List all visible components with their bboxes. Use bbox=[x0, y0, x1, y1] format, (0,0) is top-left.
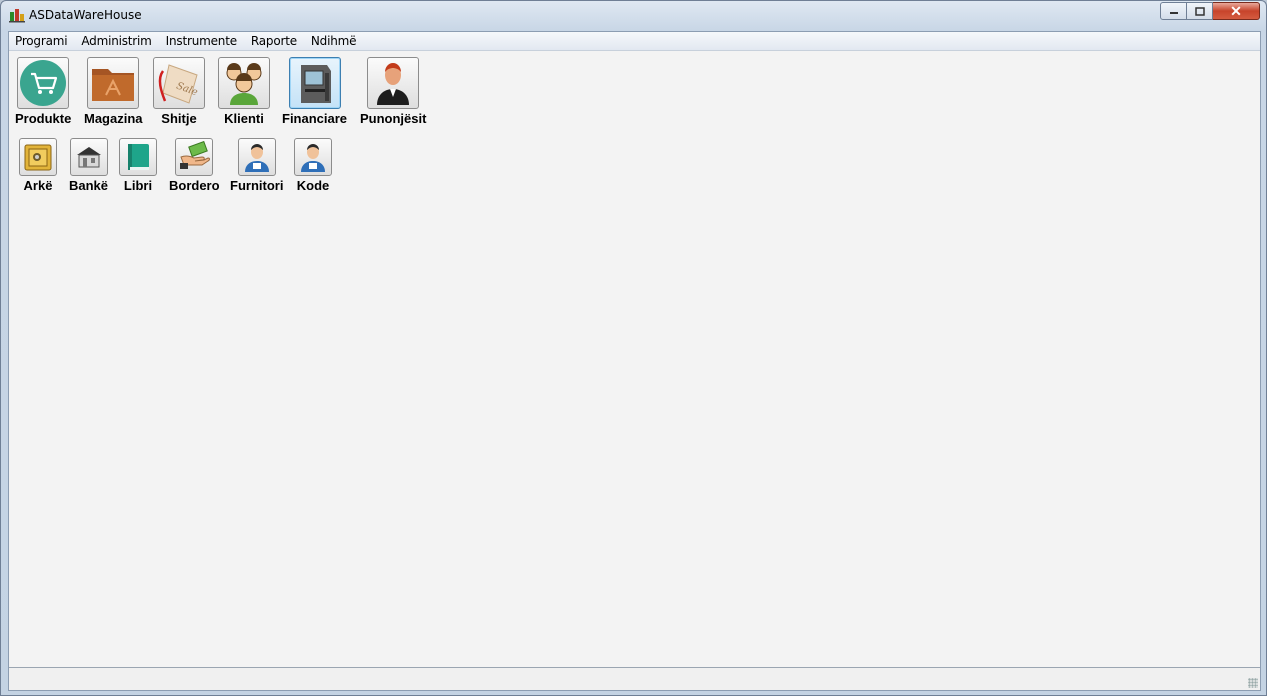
tile-klienti-iconbox bbox=[218, 57, 270, 109]
tile-shitje-label: Shitje bbox=[161, 111, 197, 126]
close-button[interactable]: ✕ bbox=[1213, 2, 1260, 20]
person-code-icon bbox=[301, 144, 325, 172]
tile-shitje[interactable]: Sale Shitje bbox=[153, 57, 205, 126]
tile-furnitori[interactable]: Furnitori bbox=[230, 138, 283, 193]
tile-arke-label: Arkë bbox=[23, 178, 53, 193]
caption-buttons: ✕ bbox=[1160, 2, 1260, 21]
maximize-button[interactable] bbox=[1187, 2, 1213, 20]
tile-produkte-iconbox bbox=[17, 57, 70, 109]
title-bar[interactable]: ASDataWareHouse ✕ bbox=[1, 1, 1266, 30]
tile-magazina-iconbox bbox=[87, 57, 140, 109]
minimize-icon bbox=[1169, 12, 1178, 14]
tile-punonjesit[interactable]: Punonjësit bbox=[360, 57, 426, 126]
folder-icon bbox=[92, 69, 135, 101]
tile-financiare[interactable]: Financiare bbox=[282, 57, 347, 126]
tile-produkte-label: Produkte bbox=[15, 111, 72, 126]
tile-furnitori-label: Furnitori bbox=[230, 178, 284, 193]
money-hand-icon bbox=[180, 141, 211, 169]
menu-programi[interactable]: Programi bbox=[9, 34, 74, 48]
tile-kode-label: Kode bbox=[296, 178, 330, 193]
maximize-icon bbox=[1194, 6, 1205, 16]
menu-ndihme[interactable]: Ndihmë bbox=[304, 34, 363, 48]
menu-administrim[interactable]: Administrim bbox=[74, 34, 158, 48]
tile-bordero-label: Bordero bbox=[169, 178, 220, 193]
window-title: ASDataWareHouse bbox=[29, 8, 142, 22]
app-window: ASDataWareHouse ✕ Programi Administrim I… bbox=[0, 0, 1267, 696]
menu-raporte[interactable]: Raporte bbox=[244, 34, 304, 48]
tile-banke-iconbox bbox=[69, 138, 108, 176]
menu-bar: Programi Administrim Instrumente Raporte… bbox=[9, 32, 1260, 51]
tile-arke-iconbox bbox=[19, 138, 57, 176]
tile-magazina[interactable]: Magazina bbox=[84, 57, 143, 126]
tile-banke[interactable]: Bankë bbox=[69, 138, 108, 193]
tile-banke-label: Bankë bbox=[69, 178, 109, 193]
clients-icon bbox=[226, 63, 262, 105]
tile-bordero[interactable]: Bordero bbox=[169, 138, 220, 193]
book-icon bbox=[128, 144, 149, 170]
tile-libri-label: Libri bbox=[123, 178, 153, 193]
main-client-area: Programi Administrim Instrumente Raporte… bbox=[8, 31, 1261, 691]
tile-financiare-iconbox bbox=[288, 57, 341, 109]
supplier-icon bbox=[244, 144, 269, 172]
resize-grip-icon[interactable] bbox=[1248, 678, 1258, 688]
bank-icon bbox=[76, 147, 101, 168]
tile-bordero-iconbox bbox=[175, 138, 214, 176]
minimize-button[interactable] bbox=[1160, 2, 1187, 20]
tile-magazina-label: Magazina bbox=[84, 111, 143, 126]
tile-furnitori-iconbox bbox=[237, 138, 276, 176]
employee-icon bbox=[377, 63, 410, 105]
tile-klienti[interactable]: Klienti bbox=[218, 57, 270, 126]
tile-kode[interactable]: Kode bbox=[294, 138, 332, 193]
tile-produkte[interactable]: Produkte bbox=[15, 57, 71, 126]
tile-libri-iconbox bbox=[119, 138, 157, 176]
shopping-cart-icon bbox=[20, 60, 67, 106]
menu-instrumente[interactable]: Instrumente bbox=[159, 34, 244, 48]
app-logo-icon bbox=[9, 9, 25, 23]
sale-tag-icon: Sale bbox=[158, 64, 199, 104]
atm-icon bbox=[300, 65, 331, 103]
tile-shitje-iconbox: Sale bbox=[153, 57, 205, 109]
tile-financiare-label: Financiare bbox=[282, 111, 348, 126]
status-bar bbox=[9, 667, 1260, 690]
close-icon: ✕ bbox=[1230, 2, 1242, 19]
tile-klienti-label: Klienti bbox=[224, 111, 264, 126]
tile-punonjesit-iconbox bbox=[367, 57, 420, 109]
tile-libri[interactable]: Libri bbox=[119, 138, 157, 193]
tile-punonjesit-label: Punonjësit bbox=[360, 111, 427, 126]
safe-icon bbox=[24, 144, 52, 171]
tile-kode-iconbox bbox=[294, 138, 332, 176]
tile-arke[interactable]: Arkë bbox=[19, 138, 57, 193]
